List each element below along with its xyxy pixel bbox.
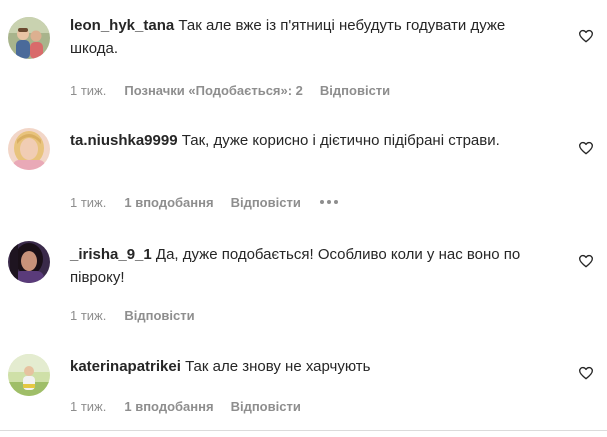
heart-outline-icon[interactable] [578, 28, 594, 44]
reply-button[interactable]: Відповісти [320, 83, 390, 98]
avatar-photo-woman-blonde [8, 128, 50, 170]
heart-outline-icon[interactable] [578, 253, 594, 269]
avatar-photo-person-field [8, 354, 50, 396]
bottom-divider [0, 430, 607, 431]
heart-outline-icon[interactable] [578, 140, 594, 156]
likes-count-button[interactable]: 1 вподобання [124, 399, 213, 414]
comment-time[interactable]: 1 тиж. [70, 195, 106, 210]
comment-meta: 1 тиж. Відповісти [70, 306, 212, 324]
comment-username[interactable]: katerinapatrikei [70, 358, 181, 375]
heart-outline-icon[interactable] [578, 365, 594, 381]
comment-meta: 1 тиж. Позначки «Подобається»: 2 Відпові… [70, 81, 407, 99]
comment-body: katerinapatrikei Так але знову не харчую… [70, 355, 540, 378]
avatar[interactable] [8, 128, 50, 170]
comment-time[interactable]: 1 тиж. [70, 308, 106, 323]
avatar-photo-woman-dark [8, 241, 50, 283]
comment-username[interactable]: ta.niushka9999 [70, 132, 178, 149]
comment-username[interactable]: leon_hyk_tana [70, 17, 174, 34]
likes-count-button[interactable]: Позначки «Подобається»: 2 [124, 83, 303, 98]
more-options-icon[interactable] [318, 193, 340, 211]
comment-text: Так але знову не харчують [185, 358, 371, 375]
reply-button[interactable]: Відповісти [231, 195, 301, 210]
avatar[interactable] [8, 354, 50, 396]
reply-button[interactable]: Відповісти [124, 308, 194, 323]
reply-button[interactable]: Відповісти [231, 399, 301, 414]
avatar[interactable] [8, 241, 50, 283]
comment-body: ta.niushka9999 Так, дуже корисно і дієти… [70, 129, 540, 152]
comment-text: Так, дуже корисно і дієтично підібрані с… [181, 132, 500, 149]
comment-username[interactable]: _irisha_9_1 [70, 246, 152, 263]
comment-meta: 1 тиж. 1 вподобання Відповісти [70, 193, 340, 211]
avatar-photo-children [8, 17, 50, 59]
avatar[interactable] [8, 17, 50, 59]
likes-count-button[interactable]: 1 вподобання [124, 195, 213, 210]
comment-body: _irisha_9_1 Да, дуже подобається! Особли… [70, 243, 540, 289]
comment-body: leon_hyk_tana Так але вже із п'ятниці не… [70, 14, 540, 60]
comments-list: leon_hyk_tana Так але вже із п'ятниці не… [0, 0, 607, 437]
comment-meta: 1 тиж. 1 вподобання Відповісти [70, 397, 318, 415]
comment-time[interactable]: 1 тиж. [70, 83, 106, 98]
comment-time[interactable]: 1 тиж. [70, 399, 106, 414]
